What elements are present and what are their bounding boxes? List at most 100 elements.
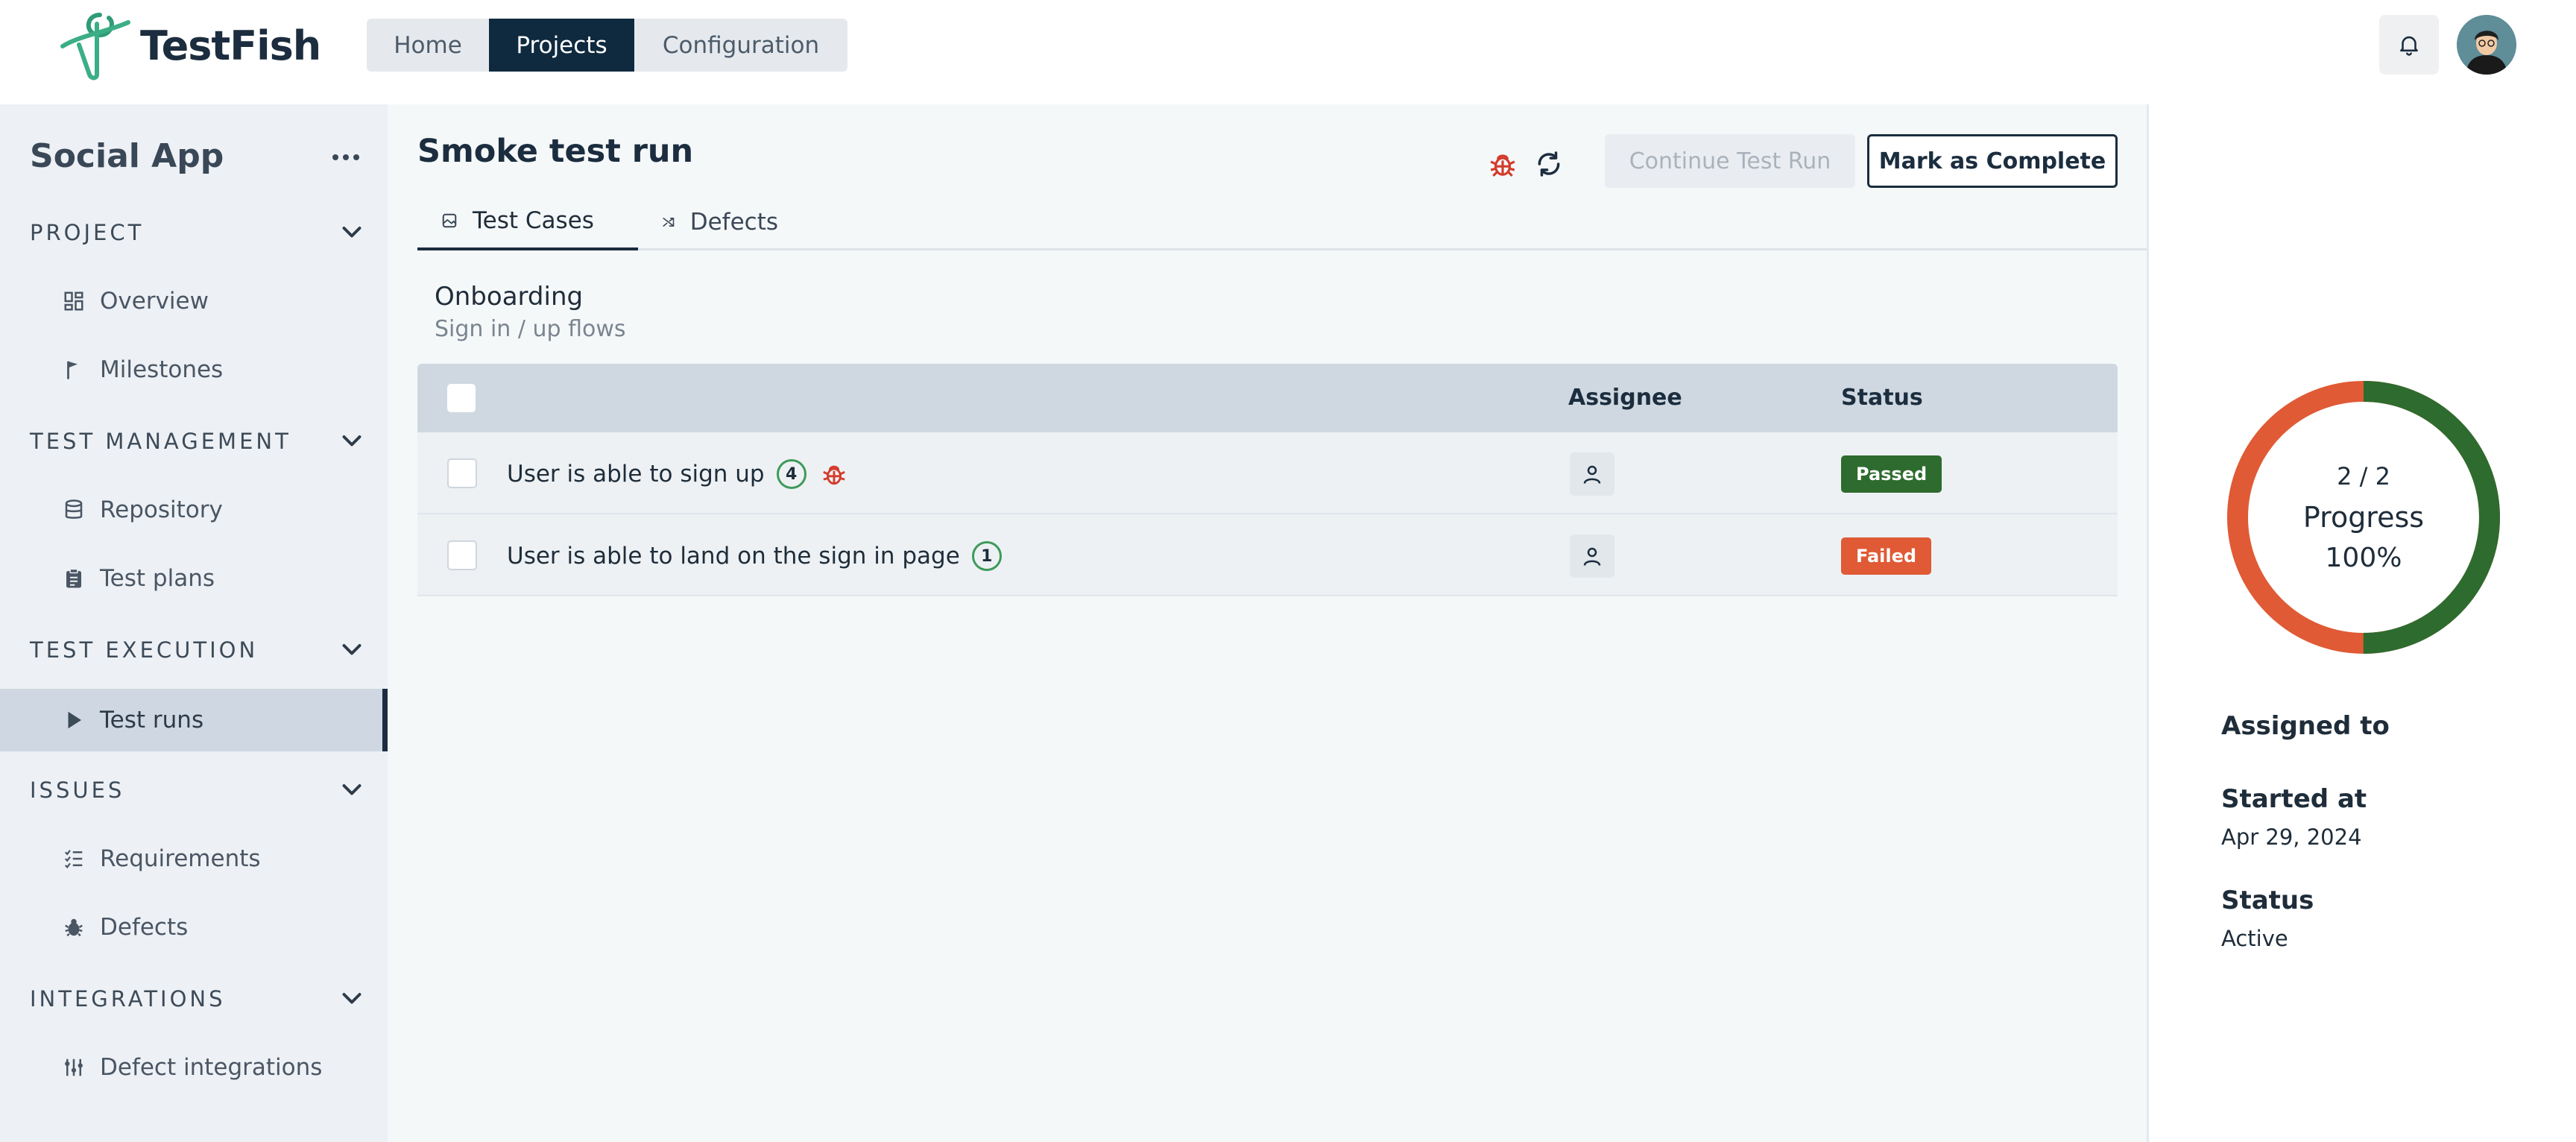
chevron-down-icon [342, 993, 362, 1004]
run-count-badge: 4 [776, 459, 806, 489]
sliders-icon [61, 1055, 86, 1080]
progress-percent: 100% [2325, 542, 2402, 573]
assigned-to-label: Assigned to [2221, 711, 2390, 741]
user-avatar[interactable] [2457, 15, 2516, 75]
user-icon [1583, 547, 1601, 566]
assignee-button[interactable] [1570, 534, 1614, 578]
testfish-logo[interactable]: TestFish [57, 9, 321, 82]
status-value: Active [2221, 926, 2288, 951]
chevron-down-icon [342, 644, 362, 655]
mark-as-complete-button[interactable]: Mark as Complete [1867, 134, 2118, 188]
section-issues-label: ISSUES [30, 777, 125, 803]
section-integrations-toggle[interactable]: INTEGRATIONS [30, 977, 365, 1021]
bell-icon [2400, 36, 2418, 56]
image-icon [442, 213, 457, 228]
chevron-down-icon [342, 227, 362, 238]
sidebar: Social App PROJECT Overview Milestones T… [0, 104, 388, 1142]
test-case-name[interactable]: User is able to sign up 4 [507, 459, 848, 489]
sidebar-item-test-runs[interactable]: Test runs [0, 689, 388, 751]
sidebar-item-label: Milestones [100, 356, 224, 383]
test-case-title: User is able to land on the sign in page [507, 543, 960, 570]
sidebar-item-overview[interactable]: Overview [0, 270, 388, 332]
database-icon [61, 497, 86, 523]
run-count-badge: 1 [971, 541, 1002, 571]
tab-label: Defects [689, 209, 778, 236]
section-test-management-label: TEST MANAGEMENT [30, 429, 291, 454]
sidebar-item-defects[interactable]: Defects [0, 896, 388, 959]
top-nav: Home Projects Configuration [367, 19, 847, 72]
sidebar-item-label: Defects [100, 914, 189, 941]
row-checkbox[interactable] [447, 540, 477, 570]
main-content: Smoke test run Continue Test Run Mark as… [388, 104, 2147, 1142]
sidebar-item-label: Overview [100, 288, 209, 315]
started-at-label: Started at [2221, 784, 2367, 814]
project-title: Social App [30, 137, 224, 175]
progress-text: 2 / 2 Progress 100% [2225, 379, 2502, 656]
section-test-management-toggle[interactable]: TEST MANAGEMENT [30, 419, 365, 464]
section-integrations-label: INTEGRATIONS [30, 986, 226, 1012]
assignee-button[interactable] [1570, 452, 1614, 496]
column-header-assignee: Assignee [1568, 385, 1682, 411]
tab-defects[interactable]: Defects [638, 194, 802, 250]
sidebar-item-milestones[interactable]: Milestones [0, 338, 388, 401]
continue-test-run-button[interactable]: Continue Test Run [1605, 134, 1855, 188]
test-cases-table: Assignee Status User is able to sign up … [417, 364, 2118, 596]
started-at-value: Apr 29, 2024 [2221, 824, 2362, 850]
sidebar-item-label: Test runs [100, 707, 204, 734]
section-test-execution-toggle[interactable]: TEST EXECUTION [30, 628, 365, 672]
chevron-down-icon [342, 435, 362, 447]
table-row[interactable]: User is able to sign up 4 Passed [417, 432, 2118, 514]
user-icon [1583, 465, 1601, 484]
bug-icon [820, 460, 848, 488]
bug-icon [1490, 154, 1515, 177]
table-header: Assignee Status [417, 364, 2118, 432]
tab-bar: Test Cases Defects [417, 194, 2147, 250]
status-badge: Failed [1841, 537, 1932, 575]
dot-icon [343, 154, 349, 160]
flag-icon [61, 357, 86, 382]
sidebar-item-label: Requirements [100, 845, 261, 872]
tab-label: Test Cases [473, 207, 594, 234]
sidebar-item-label: Repository [100, 496, 223, 523]
status-label: Status [2221, 886, 2314, 915]
project-more-button[interactable] [328, 146, 364, 168]
testfish-logo-icon [60, 13, 130, 81]
test-case-title: User is able to sign up [507, 461, 765, 488]
column-header-status: Status [1841, 385, 1923, 411]
section-project-label: PROJECT [30, 220, 145, 245]
nav-home[interactable]: Home [367, 19, 489, 72]
row-checkbox[interactable] [447, 458, 477, 488]
refresh-icon [1538, 151, 1560, 177]
table-row[interactable]: User is able to land on the sign in page… [417, 514, 2118, 596]
status-badge: Passed [1841, 455, 1942, 493]
run-details-panel: 2 / 2 Progress 100% Assigned to Started … [2147, 104, 2576, 1142]
chevron-down-icon [342, 784, 362, 795]
page-title: Smoke test run [417, 133, 694, 170]
report-defect-button[interactable] [1485, 146, 1521, 182]
clipboard-icon [61, 566, 86, 591]
progress-label: Progress [2302, 500, 2425, 534]
avatar-icon [2457, 15, 2516, 75]
refresh-button[interactable] [1531, 146, 1567, 182]
top-header: TestFish Home Projects Configuration [0, 0, 2576, 104]
suite-subtitle: Sign in / up flows [435, 316, 626, 342]
sidebar-item-label: Test plans [100, 565, 215, 592]
section-issues-toggle[interactable]: ISSUES [30, 768, 365, 813]
notifications-button[interactable] [2379, 15, 2439, 75]
sidebar-item-requirements[interactable]: Requirements [0, 827, 388, 890]
tab-test-cases[interactable]: Test Cases [417, 194, 638, 250]
sidebar-item-defect-integrations[interactable]: Defect integrations [0, 1036, 388, 1099]
select-all-checkbox[interactable] [447, 384, 476, 412]
nav-configuration[interactable]: Configuration [634, 19, 847, 72]
shuffle-icon [663, 218, 675, 227]
section-test-execution-label: TEST EXECUTION [30, 637, 259, 663]
dot-icon [353, 154, 359, 160]
suite-title: Onboarding [435, 282, 584, 312]
sidebar-item-test-plans[interactable]: Test plans [0, 547, 388, 610]
test-case-name[interactable]: User is able to land on the sign in page… [507, 541, 1002, 571]
dot-icon [332, 154, 338, 160]
progress-fraction: 2 / 2 [2337, 461, 2390, 490]
sidebar-item-repository[interactable]: Repository [0, 479, 388, 541]
section-project-toggle[interactable]: PROJECT [30, 210, 365, 255]
nav-projects[interactable]: Projects [489, 19, 634, 72]
